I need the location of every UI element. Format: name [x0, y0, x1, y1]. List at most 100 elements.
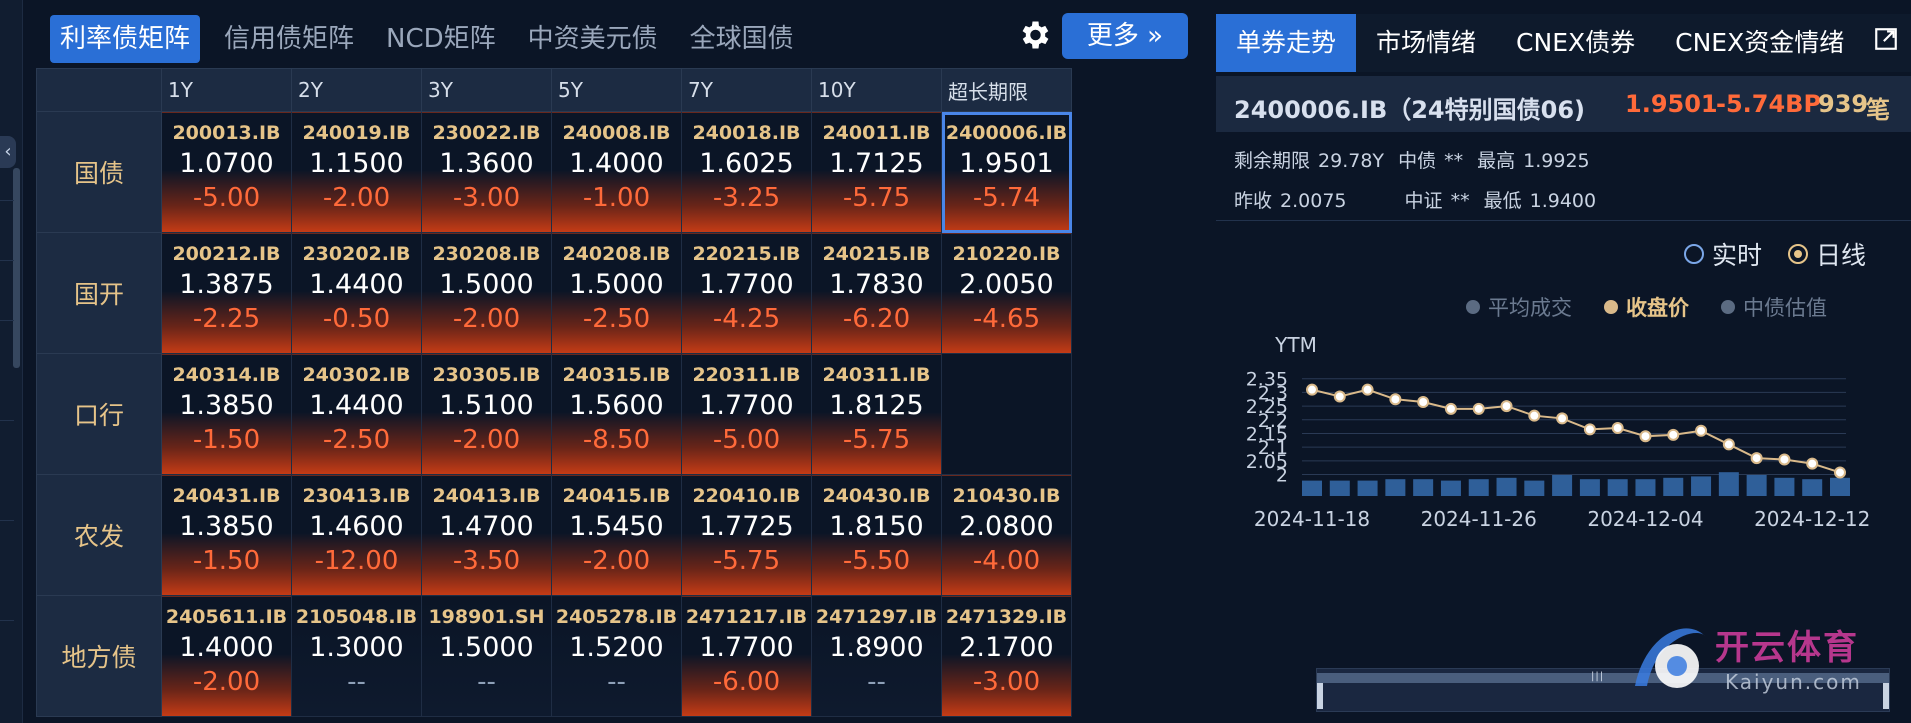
matrix-cell[interactable]: 210430.IB 2.0800 -4.00 — [941, 474, 1072, 596]
bond-yield-value: 1.8150 — [829, 511, 924, 542]
legend-close-price[interactable]: 收盘价 — [1604, 292, 1689, 322]
more-button[interactable]: 更多 » — [1062, 13, 1188, 59]
matrix-cell[interactable]: 230305.IB 1.5100 -2.00 — [421, 353, 552, 475]
radio-realtime[interactable]: 实时 — [1684, 236, 1762, 272]
legend-chinabond-valuation[interactable]: 中债估值 — [1721, 292, 1827, 322]
matrix-cell[interactable]: 2471297.IB 1.8900 -- — [811, 595, 942, 717]
column-header[interactable]: 5Y — [551, 68, 682, 112]
tab-global-treasuries[interactable]: 全球国债 — [674, 15, 810, 63]
matrix-cell[interactable]: 240314.IB 1.3850 -1.50 — [161, 353, 292, 475]
matrix-cell[interactable]: 2405278.IB 1.5200 -- — [551, 595, 682, 717]
matrix-cell[interactable]: 240415.IB 1.5450 -2.00 — [551, 474, 682, 596]
divider — [0, 420, 14, 421]
bond-info-row-2: 昨收 2.0075 中证 ** 最低 1.9400 — [1234, 186, 1604, 213]
column-header[interactable]: 2Y — [291, 68, 422, 112]
tab-china-usd-bonds[interactable]: 中资美元债 — [512, 15, 674, 63]
matrix-row: 口行 240314.IB 1.3850 -1.50 240302.IB 1.4400 -2.… — [36, 353, 1072, 475]
column-header[interactable]: 3Y — [421, 68, 552, 112]
matrix-row: 国债 200013.IB 1.0700 -5.00 240019.IB 1.1500 -2.… — [36, 111, 1072, 233]
column-header[interactable]: 10Y — [811, 68, 942, 112]
tab-cnex-funding-sentiment[interactable]: CNEX资金情绪 — [1655, 14, 1864, 72]
popout-icon[interactable] — [1873, 26, 1899, 52]
close-price-point — [1583, 423, 1596, 436]
matrix-cell[interactable]: 2405611.IB 1.4000 -2.00 — [161, 595, 292, 717]
bond-change-bp: -5.75 — [842, 425, 911, 455]
matrix-cell[interactable]: 240311.IB 1.8125 -5.75 — [811, 353, 942, 475]
column-header[interactable]: 1Y — [161, 68, 292, 112]
matrix-cell[interactable]: 230413.IB 1.4600 -12.00 — [291, 474, 422, 596]
bond-change-bp: -2.00 — [452, 425, 521, 455]
volume-bar — [1718, 472, 1739, 496]
x-tick-label: 2024-12-04 — [1587, 507, 1703, 531]
column-header[interactable]: 7Y — [681, 68, 812, 112]
matrix-row: 国开 200212.IB 1.3875 -2.25 230202.IB 1.4400 -0.… — [36, 232, 1072, 354]
tab-cnex-bonds[interactable]: CNEX债券 — [1496, 14, 1655, 72]
volume-bar — [1691, 476, 1712, 496]
radio-daily[interactable]: 日线 — [1788, 236, 1866, 272]
remaining-term-label: 剩余期限 — [1234, 150, 1311, 172]
matrix-cell[interactable]: 240302.IB 1.4400 -2.50 — [291, 353, 422, 475]
matrix-cell[interactable]: 240413.IB 1.4700 -3.50 — [421, 474, 552, 596]
collapse-handle[interactable]: ‹ — [0, 136, 16, 168]
matrix-cell[interactable]: 240011.IB 1.7125 -5.75 — [811, 111, 942, 233]
matrix-cell[interactable]: 240208.IB 1.5000 -2.50 — [551, 232, 682, 354]
matrix-cell[interactable]: 198901.SH 1.5000 -- — [421, 595, 552, 717]
matrix-cell[interactable]: 200013.IB 1.0700 -5.00 — [161, 111, 292, 233]
volume-bar — [1357, 480, 1378, 496]
matrix-cell[interactable]: 240215.IB 1.7830 -6.20 — [811, 232, 942, 354]
zoom-grip-icon[interactable]: ||| — [1591, 671, 1604, 682]
tab-rate-bond-matrix[interactable]: 利率债矩阵 — [50, 15, 201, 63]
bond-change-bp: -3.00 — [452, 183, 521, 213]
matrix-cell[interactable]: 240431.IB 1.3850 -1.50 — [161, 474, 292, 596]
radio-circle-icon — [1684, 244, 1704, 264]
matrix-cell[interactable]: 220215.IB 1.7700 -4.25 — [681, 232, 812, 354]
matrix-cell[interactable]: 230022.IB 1.3600 -3.00 — [421, 111, 552, 233]
bond-change-bp: -5.00 — [192, 183, 261, 213]
matrix-cell[interactable]: 210220.IB 2.0050 -4.65 — [941, 232, 1072, 354]
matrix-cell[interactable]: 240315.IB 1.5600 -8.50 — [551, 353, 682, 475]
bond-change-bp: -2.00 — [322, 183, 391, 213]
legend-chinabond-valuation-label: 中债估值 — [1743, 296, 1827, 320]
matrix-cell[interactable]: 230208.IB 1.5000 -2.00 — [421, 232, 552, 354]
matrix-cell[interactable]: 220311.IB 1.7700 -5.00 — [681, 353, 812, 475]
row-header: 口行 — [36, 353, 162, 475]
tab-market-sentiment[interactable]: 市场情绪 — [1356, 14, 1496, 72]
tab-ncd-matrix[interactable]: NCD矩阵 — [370, 15, 512, 63]
row-header: 农发 — [36, 474, 162, 596]
matrix-cell[interactable]: 200212.IB 1.3875 -2.25 — [161, 232, 292, 354]
matrix-cell[interactable]: 240008.IB 1.4000 -1.00 — [551, 111, 682, 233]
tab-credit-bond-matrix[interactable]: 信用债矩阵 — [208, 15, 370, 63]
bond-yield-value: 1.7830 — [829, 269, 924, 300]
low-label: 最低 — [1483, 190, 1522, 212]
bond-code: 2471297.IB — [815, 606, 938, 628]
matrix-cell[interactable]: 2471217.IB 1.7700 -6.00 — [681, 595, 812, 717]
matrix-cell[interactable]: 220410.IB 1.7725 -5.75 — [681, 474, 812, 596]
bond-code: 240314.IB — [172, 364, 281, 386]
zoom-handle-left[interactable] — [1317, 683, 1323, 709]
matrix-cell[interactable]: 240018.IB 1.6025 -3.25 — [681, 111, 812, 233]
volume-bar — [1635, 479, 1656, 496]
bond-change-bp: -1.50 — [192, 425, 261, 455]
column-header[interactable]: 超长期限 — [941, 68, 1072, 112]
tab-single-bond-trend[interactable]: 单券走势 — [1216, 14, 1357, 72]
prev-close-label: 昨收 — [1234, 190, 1273, 212]
volume-bar — [1830, 477, 1850, 496]
matrix-row: 地方债 2405611.IB 1.4000 -2.00 2105048.IB 1.3000… — [36, 595, 1072, 717]
matrix-cell[interactable]: 2400006.IB 1.9501 -5.74 — [941, 111, 1072, 233]
matrix-cell[interactable]: 2471329.IB 2.1700 -3.00 — [941, 595, 1072, 717]
bond-code: 230413.IB — [302, 485, 411, 507]
legend-avg-trade[interactable]: 平均成交 — [1466, 292, 1572, 322]
bond-change-bp: -- — [867, 667, 886, 697]
close-price-point — [1417, 396, 1430, 408]
bond-yield-value: 1.4400 — [309, 269, 404, 300]
scrollbar[interactable] — [13, 168, 20, 368]
bond-change-bp: -- — [347, 667, 366, 697]
bond-yield-value: 1.3850 — [179, 511, 274, 542]
matrix-cell[interactable]: 230202.IB 1.4400 -0.50 — [291, 232, 422, 354]
matrix-cell[interactable]: 240430.IB 1.8150 -5.50 — [811, 474, 942, 596]
matrix-cell[interactable]: 2105048.IB 1.3000 -- — [291, 595, 422, 717]
close-price-point — [1333, 390, 1346, 403]
gear-icon[interactable] — [1016, 17, 1052, 53]
chart-legend: 平均成交 收盘价 中债估值 — [1466, 292, 1859, 322]
matrix-cell[interactable]: 240019.IB 1.1500 -2.00 — [291, 111, 422, 233]
